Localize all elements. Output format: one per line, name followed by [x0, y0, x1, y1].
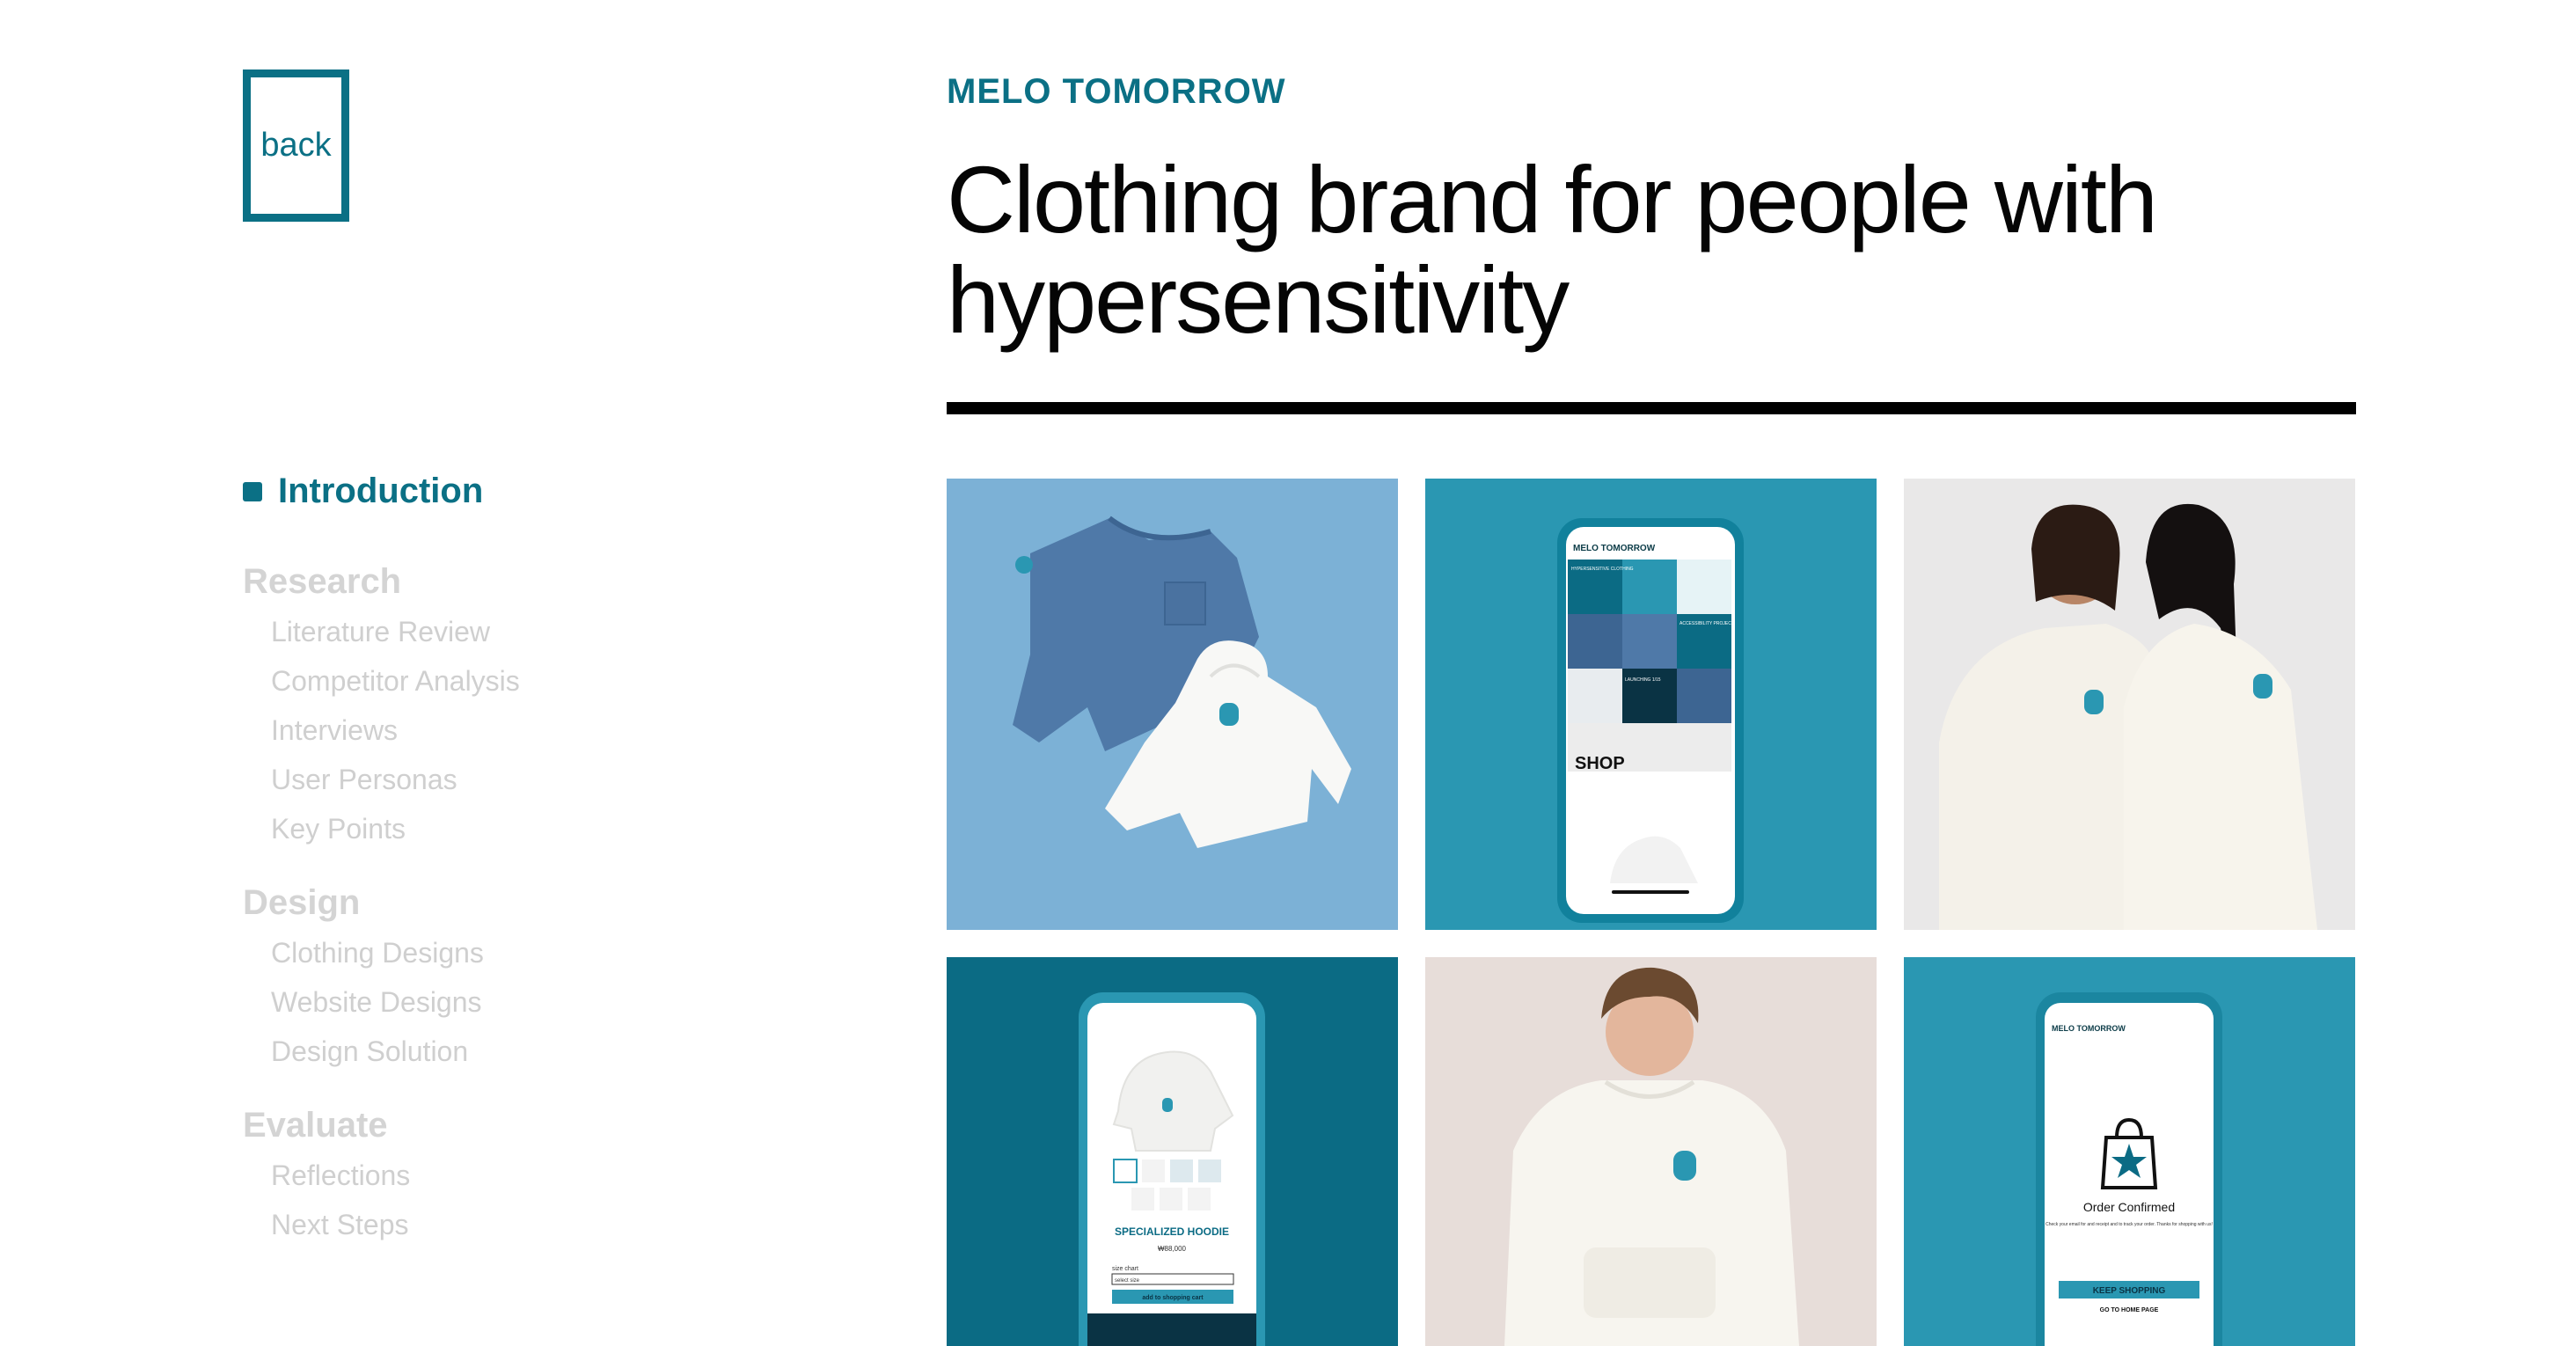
product-name: SPECIALIZED HOODIE	[1115, 1225, 1229, 1238]
page-title: Clothing brand for people with hypersens…	[947, 146, 2158, 353]
phone-brand: MELO TOMORROW	[2052, 1024, 2126, 1033]
title-divider	[947, 402, 2356, 414]
nav-item-competitor-analysis[interactable]: Competitor Analysis	[243, 656, 771, 706]
phone-mockup-order: MELO TOMORROW Order Confirmed Check your…	[2036, 992, 2222, 1346]
size-select: select size	[1115, 1278, 1140, 1284]
nav-item-next-steps[interactable]: Next Steps	[243, 1200, 771, 1249]
back-button-label: back	[260, 127, 332, 164]
keep-shopping-label: KEEP SHOPPING	[2093, 1286, 2166, 1296]
back-button[interactable]: back	[243, 69, 349, 222]
phone-brand: MELO TOMORROW	[1573, 544, 1656, 553]
phone-shop-label: SHOP	[1575, 754, 1625, 773]
gallery-image-phone-home: MELO TOMORROW HYPERSENSITIVE CLOTHING AC…	[1425, 479, 1877, 930]
order-confirmed-title: Order Confirmed	[2083, 1200, 2175, 1214]
phone-tile-label-2: ACCESSIBILITY PROJECT	[1680, 621, 1734, 626]
phone-mockup-product: SPECIALIZED HOODIE ₩88,000 size chart se…	[1079, 992, 1265, 1346]
nav-item-interviews[interactable]: Interviews	[243, 706, 771, 755]
add-to-cart-label: add to shopping cart	[1142, 1295, 1204, 1301]
phone-tile-label-1: HYPERSENSITIVE CLOTHING	[1571, 567, 1634, 572]
nav-section-title[interactable]: Research	[243, 562, 771, 602]
nav-item-key-points[interactable]: Key Points	[243, 804, 771, 853]
order-confirmed-text: Check your email for and receipt and to …	[2045, 1222, 2213, 1227]
phone-tile-label-3: LAUNCHING 1/15	[1625, 677, 1661, 683]
nav-item-clothing-designs[interactable]: Clothing Designs	[243, 928, 771, 977]
nav-section-design: Design Clothing Designs Website Designs …	[243, 883, 771, 1076]
section-nav: Introduction Research Literature Review …	[243, 472, 771, 1249]
nav-section-title[interactable]: Design	[243, 883, 771, 923]
size-chart-label: size chart	[1112, 1266, 1138, 1272]
model-photo-illustration	[1504, 967, 1799, 1346]
gallery-image-phone-product: SPECIALIZED HOODIE ₩88,000 size chart se…	[947, 957, 1398, 1346]
nav-item-design-solution[interactable]: Design Solution	[243, 1027, 771, 1076]
gallery-image-clothing-flatlay	[947, 479, 1398, 930]
gallery-image-phone-order: MELO TOMORROW Order Confirmed Check your…	[1904, 957, 2355, 1346]
gallery-image-two-models	[1904, 479, 2355, 930]
project-eyebrow: MELO TOMORROW	[947, 72, 1286, 111]
nav-active-label: Introduction	[278, 472, 484, 510]
phone-mockup-home: MELO TOMORROW HYPERSENSITIVE CLOTHING AC…	[1557, 518, 1744, 923]
gallery-image-model-hoodie	[1425, 957, 1877, 1346]
nav-item-literature-review[interactable]: Literature Review	[243, 607, 771, 656]
home-page-link: GO TO HOME PAGE	[2100, 1307, 2159, 1313]
nav-section-evaluate: Evaluate Reflections Next Steps	[243, 1106, 771, 1249]
nav-item-user-personas[interactable]: User Personas	[243, 755, 771, 804]
models-photo-illustration	[1939, 503, 2317, 930]
nav-section-research: Research Literature Review Competitor An…	[243, 562, 771, 853]
clothing-flatlay-illustration	[1013, 516, 1351, 848]
nav-item-reflections[interactable]: Reflections	[243, 1151, 771, 1200]
nav-item-introduction[interactable]: Introduction	[243, 472, 771, 511]
nav-item-website-designs[interactable]: Website Designs	[243, 977, 771, 1027]
active-indicator-icon	[243, 481, 262, 501]
product-price: ₩88,000	[1158, 1245, 1187, 1253]
nav-section-title[interactable]: Evaluate	[243, 1106, 771, 1145]
